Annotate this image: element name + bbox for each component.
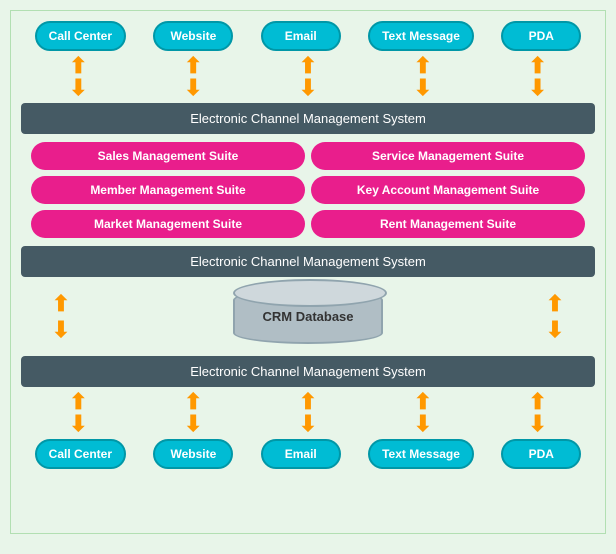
arrow-2: ⬆⬇ (268, 55, 348, 99)
top-arrows-row: ⬆⬇ ⬆⬇ ⬆⬇ ⬆⬇ ⬆⬇ (21, 55, 595, 99)
bottom-channel-3: Text Message (368, 439, 474, 469)
crm-db-container: CRM Database (101, 289, 515, 344)
middle-arrow-right: ⬆⬇ (515, 291, 595, 343)
suite-4: Market Management Suite (31, 210, 305, 238)
suite-5: Rent Management Suite (311, 210, 585, 238)
bottom-channels: Call Center Website Email Text Message P… (21, 439, 595, 469)
top-channel-1: Website (153, 21, 233, 51)
middle-arrow-left: ⬆⬇ (21, 291, 101, 343)
arrow-0: ⬆⬇ (38, 55, 118, 99)
bottom-arrows-row: ⬆⬇ ⬆⬇ ⬆⬇ ⬆⬇ ⬆⬇ (21, 391, 595, 435)
top-channel-4: PDA (501, 21, 581, 51)
bottom-ecms-bar: Electronic Channel Management System (21, 356, 595, 387)
crm-db-label: CRM Database (233, 289, 383, 344)
top-channel-3: Text Message (368, 21, 474, 51)
bottom-arrow-2: ⬆⬇ (268, 391, 348, 435)
top-channel-0: Call Center (35, 21, 126, 51)
top-channel-2: Email (261, 21, 341, 51)
arrow-1: ⬆⬇ (153, 55, 233, 99)
top-channels: Call Center Website Email Text Message P… (21, 21, 595, 51)
arrow-4: ⬆⬇ (498, 55, 578, 99)
bottom-arrow-3: ⬆⬇ (383, 391, 463, 435)
bottom-channel-2: Email (261, 439, 341, 469)
suite-grid: Sales Management Suite Service Managemen… (21, 142, 595, 238)
suite-0: Sales Management Suite (31, 142, 305, 170)
middle-section: ⬆⬇ CRM Database ⬆⬇ (21, 281, 595, 352)
main-container: Call Center Website Email Text Message P… (10, 10, 606, 534)
middle-ecms-bar: Electronic Channel Management System (21, 246, 595, 277)
bottom-arrow-0: ⬆⬇ (38, 391, 118, 435)
bottom-arrow-4: ⬆⬇ (498, 391, 578, 435)
top-ecms-bar: Electronic Channel Management System (21, 103, 595, 134)
arrow-3: ⬆⬇ (383, 55, 463, 99)
bottom-arrow-1: ⬆⬇ (153, 391, 233, 435)
suite-1: Service Management Suite (311, 142, 585, 170)
bottom-channel-1: Website (153, 439, 233, 469)
suite-2: Member Management Suite (31, 176, 305, 204)
bottom-channel-4: PDA (501, 439, 581, 469)
suite-3: Key Account Management Suite (311, 176, 585, 204)
bottom-channel-0: Call Center (35, 439, 126, 469)
crm-db: CRM Database (233, 289, 383, 344)
